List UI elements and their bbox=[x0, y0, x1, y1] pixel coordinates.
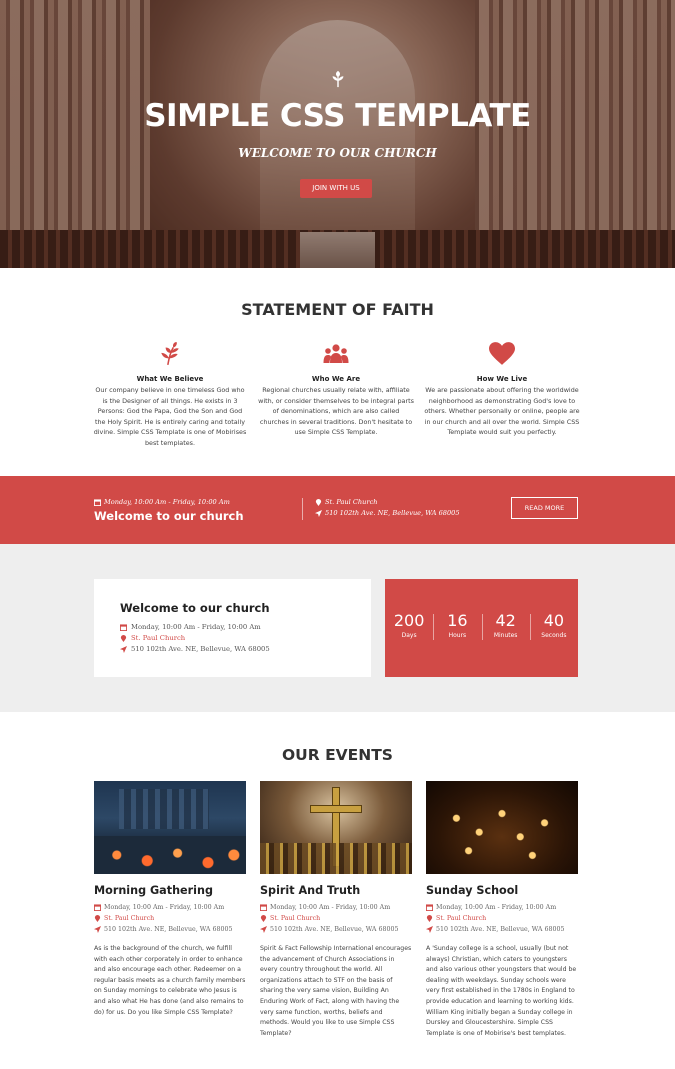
countdown-minutes: 42 Minutes bbox=[481, 611, 530, 677]
event-image-candles[interactable] bbox=[426, 781, 578, 874]
map-pin-icon bbox=[120, 634, 127, 642]
map-pin-icon bbox=[426, 915, 433, 922]
event-title[interactable]: Morning Gathering bbox=[94, 884, 246, 897]
faith-heading: What We Believe bbox=[136, 375, 204, 383]
event-image-candles-church[interactable] bbox=[94, 781, 246, 874]
countdown-label: Minutes bbox=[493, 632, 518, 639]
band-address: 510 102th Ave. NE, Bellevue, WA 68005 bbox=[315, 509, 460, 517]
navigation-arrow-icon bbox=[120, 645, 127, 653]
faith-text: We are passionate about offering the wor… bbox=[424, 386, 580, 437]
event-place-text[interactable]: St. Paul Church bbox=[270, 913, 320, 924]
band-place-text: St. Paul Church bbox=[325, 498, 378, 506]
event-text: As is the background of the church, we f… bbox=[94, 945, 246, 1016]
faith-item-live: How We Live We are passionate about offe… bbox=[424, 342, 580, 438]
navigation-arrow-icon bbox=[94, 926, 101, 933]
events-title: OUR EVENTS bbox=[282, 746, 393, 764]
event-date: Monday, 10:00 Am - Friday, 10:00 Am bbox=[426, 902, 578, 913]
band-welcome: Welcome to our church bbox=[94, 509, 244, 523]
band-address-text: 510 102th Ave. NE, Bellevue, WA 68005 bbox=[325, 509, 460, 517]
card-date-text: Monday, 10:00 Am - Friday, 10:00 Am bbox=[131, 623, 261, 631]
event-date: Monday, 10:00 Am - Friday, 10:00 Am bbox=[260, 902, 412, 913]
calendar-icon bbox=[94, 904, 101, 911]
countdown-seconds: 40 Seconds bbox=[529, 611, 578, 677]
card-address-text: 510 102th Ave. NE, Bellevue, WA 68005 bbox=[131, 645, 270, 653]
card-address: 510 102th Ave. NE, Bellevue, WA 68005 bbox=[120, 645, 270, 653]
hero-subtitle: WELCOME TO OUR CHURCH bbox=[238, 146, 437, 160]
event-place: St. Paul Church bbox=[260, 913, 412, 924]
event-image-cross[interactable] bbox=[260, 781, 412, 874]
join-with-us-button[interactable]: JOIN WITH US bbox=[300, 179, 372, 198]
event-address-text: 510 102th Ave. NE, Bellevue, WA 68005 bbox=[436, 926, 565, 933]
faith-heading: How We Live bbox=[476, 375, 528, 383]
countdown-value: 16 bbox=[447, 611, 468, 630]
group-icon bbox=[323, 344, 349, 363]
event-date-text: Monday, 10:00 Am - Friday, 10:00 Am bbox=[104, 904, 225, 911]
heart-icon bbox=[489, 342, 515, 365]
faith-item-who: Who We Are Regional churches usually rel… bbox=[258, 342, 414, 438]
card-title: Welcome to our church bbox=[120, 601, 270, 615]
map-pin-icon bbox=[94, 915, 101, 922]
countdown-label: Seconds bbox=[541, 632, 567, 639]
welcome-card: Welcome to our church Monday, 10:00 Am -… bbox=[94, 579, 371, 677]
countdown-timer: 200 Days 16 Hours 42 Minutes 40 Seconds bbox=[385, 579, 578, 677]
read-more-button[interactable]: READ MORE bbox=[511, 497, 578, 519]
event-date-text: Monday, 10:00 Am - Friday, 10:00 Am bbox=[270, 904, 391, 911]
calendar-icon bbox=[426, 904, 433, 911]
hero-content: SIMPLE CSS TEMPLATE WELCOME TO OUR CHURC… bbox=[0, 0, 675, 268]
hero-section: SIMPLE CSS TEMPLATE WELCOME TO OUR CHURC… bbox=[0, 0, 675, 268]
band-date-text: Monday, 10:00 Am - Friday, 10:00 Am bbox=[104, 498, 230, 506]
card-place-text[interactable]: St. Paul Church bbox=[131, 634, 185, 642]
faith-text: Our company believe in one timeless God … bbox=[93, 386, 247, 447]
leaf-icon bbox=[161, 342, 179, 366]
event-title[interactable]: Sunday School bbox=[426, 884, 578, 897]
hero-title: SIMPLE CSS TEMPLATE bbox=[144, 98, 531, 134]
calendar-icon bbox=[260, 904, 267, 911]
event-card-spirit-and-truth: Spirit And Truth Monday, 10:00 Am - Frid… bbox=[260, 781, 412, 1039]
calendar-icon bbox=[120, 623, 127, 631]
leaf-icon bbox=[332, 70, 344, 88]
map-pin-icon bbox=[260, 915, 267, 922]
countdown-label: Days bbox=[401, 632, 417, 639]
faith-text: Regional churches usually relate with, a… bbox=[258, 386, 414, 437]
event-card-sunday-school: Sunday School Monday, 10:00 Am - Friday,… bbox=[426, 781, 578, 1039]
countdown-value: 40 bbox=[543, 611, 565, 630]
countdown-hours: 16 Hours bbox=[433, 612, 481, 677]
event-address: 510 102th Ave. NE, Bellevue, WA 68005 bbox=[260, 924, 412, 935]
navigation-arrow-icon bbox=[315, 509, 322, 517]
faith-title: STATEMENT OF FAITH bbox=[241, 300, 434, 319]
event-address-text: 510 102th Ave. NE, Bellevue, WA 68005 bbox=[104, 926, 233, 933]
card-place: St. Paul Church bbox=[120, 634, 185, 642]
event-text: A 'Sunday college is a school, usually (… bbox=[426, 945, 577, 1037]
navigation-arrow-icon bbox=[260, 926, 267, 933]
event-address: 510 102th Ave. NE, Bellevue, WA 68005 bbox=[426, 924, 578, 935]
navigation-arrow-icon bbox=[426, 926, 433, 933]
countdown-value: 42 bbox=[495, 611, 516, 630]
event-card-morning-gathering: Morning Gathering Monday, 10:00 Am - Fri… bbox=[94, 781, 246, 1018]
event-title[interactable]: Spirit And Truth bbox=[260, 884, 412, 897]
band-place: St. Paul Church bbox=[315, 498, 378, 506]
band-divider bbox=[302, 498, 303, 520]
event-date-text: Monday, 10:00 Am - Friday, 10:00 Am bbox=[436, 904, 557, 911]
faith-heading: Who We Are bbox=[311, 375, 361, 383]
event-place-text[interactable]: St. Paul Church bbox=[436, 913, 486, 924]
event-text: Spirit & Fact Fellowship International e… bbox=[260, 945, 412, 1037]
calendar-icon bbox=[94, 498, 101, 506]
countdown-days: 200 Days bbox=[385, 612, 433, 677]
band-date: Monday, 10:00 Am - Friday, 10:00 Am bbox=[94, 498, 230, 506]
faith-item-believe: What We Believe Our company believe in o… bbox=[92, 342, 248, 449]
event-date: Monday, 10:00 Am - Friday, 10:00 Am bbox=[94, 902, 246, 913]
countdown-value: 200 bbox=[393, 611, 425, 630]
countdown-label: Hours bbox=[448, 632, 467, 639]
event-place: St. Paul Church bbox=[426, 913, 578, 924]
event-place-text[interactable]: St. Paul Church bbox=[104, 913, 154, 924]
card-date: Monday, 10:00 Am - Friday, 10:00 Am bbox=[120, 623, 261, 631]
event-address: 510 102th Ave. NE, Bellevue, WA 68005 bbox=[94, 924, 246, 935]
map-pin-icon bbox=[315, 498, 322, 506]
event-place: St. Paul Church bbox=[94, 913, 246, 924]
event-address-text: 510 102th Ave. NE, Bellevue, WA 68005 bbox=[270, 926, 399, 933]
info-band: Monday, 10:00 Am - Friday, 10:00 Am Welc… bbox=[0, 476, 675, 544]
